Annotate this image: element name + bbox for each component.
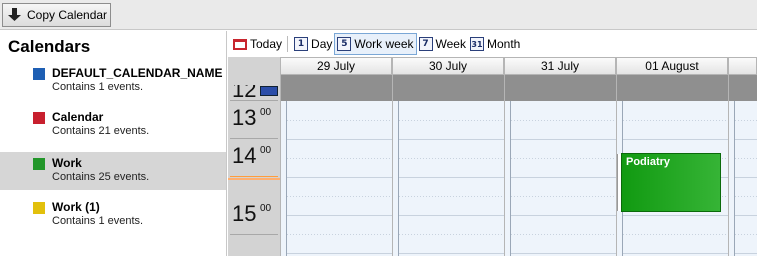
hour-ruler: 12 13 00 14 00 15 00 — [228, 57, 280, 256]
today-icon — [233, 38, 247, 50]
all-day-area[interactable] — [280, 75, 392, 101]
calendar-event-count: Contains 1 events. — [52, 215, 144, 227]
calendar-name: Calendar — [52, 110, 104, 124]
toolbar-separator — [287, 36, 289, 52]
day-header[interactable]: 01 August — [616, 57, 728, 75]
week-view-label: Week — [435, 37, 466, 51]
calendar-color-swatch — [33, 202, 45, 214]
hour-label-current: 14 00 — [230, 139, 278, 177]
download-arrow-icon — [8, 8, 21, 22]
copy-calendar-label: Copy Calendar — [27, 8, 108, 22]
view-switcher: Today 1 Day 5 Work week 7 Week 31 Month — [228, 31, 757, 57]
calendar-list-panel: Calendars DEFAULT_CALENDAR_NAME Contains… — [0, 31, 227, 256]
calendar-name: Work — [52, 156, 82, 170]
day-header[interactable]: 31 July — [504, 57, 616, 75]
week-calendar-icon: 7 — [418, 37, 433, 51]
calendar-color-swatch — [33, 158, 45, 170]
today-label: Today — [250, 37, 283, 51]
all-day-area[interactable] — [504, 75, 616, 101]
all-day-area[interactable] — [392, 75, 504, 101]
hour-number: 12 — [232, 85, 257, 101]
day-column[interactable]: 30 July — [392, 57, 504, 256]
day-header[interactable]: 29 July — [280, 57, 392, 75]
calendar-event-count: Contains 1 events. — [52, 81, 144, 93]
calendar-item-work[interactable]: Work Contains 25 events. — [0, 152, 226, 190]
day-time-slots[interactable] — [280, 101, 392, 256]
work-week-view-label: Work week — [354, 37, 414, 51]
calendar-grid: 12 13 00 14 00 15 00 29 July 30 July 31 … — [228, 57, 757, 256]
month-view-label: Month — [486, 37, 521, 51]
calendars-heading: Calendars — [8, 37, 91, 56]
calendar-color-swatch — [33, 68, 45, 80]
today-button[interactable]: Today — [231, 33, 284, 55]
scroll-up-indicator-icon[interactable] — [260, 86, 278, 96]
current-time-marker — [228, 178, 280, 180]
day-calendar-icon: 1 — [294, 37, 309, 51]
day-column[interactable]: 01 August Podiatry — [616, 57, 728, 256]
calendar-color-swatch — [33, 112, 45, 124]
day-column[interactable]: 29 July — [280, 57, 392, 256]
day-view-label: Day — [311, 37, 333, 51]
calendar-item-default[interactable]: DEFAULT_CALENDAR_NAME Contains 1 events. — [0, 62, 226, 100]
copy-calendar-button[interactable]: Copy Calendar — [2, 3, 111, 27]
calendar-item-work-1[interactable]: Work (1) Contains 1 events. — [0, 196, 226, 234]
hour-label: 15 00 — [230, 197, 278, 235]
day-time-slots[interactable] — [392, 101, 504, 256]
day-time-slots[interactable] — [728, 101, 757, 256]
calendar-event-count: Contains 25 events. — [52, 171, 150, 183]
calendar-event-count: Contains 21 events. — [52, 125, 150, 137]
day-column[interactable] — [728, 57, 757, 256]
day-column[interactable]: 31 July — [504, 57, 616, 256]
event-title: Podiatry — [626, 156, 671, 168]
hour-label: 13 00 — [230, 101, 278, 139]
day-view-button[interactable]: 1 Day — [292, 33, 334, 55]
work-week-view-button[interactable]: 5 Work week — [334, 33, 417, 55]
day-time-slots[interactable] — [504, 101, 616, 256]
day-header[interactable] — [728, 57, 757, 75]
toolbar: Copy Calendar — [0, 0, 757, 30]
calendar-name: DEFAULT_CALENDAR_NAME — [52, 66, 223, 80]
month-view-button[interactable]: 31 Month — [468, 33, 522, 55]
hour-minutes: 00 — [260, 145, 272, 156]
hour-number: 15 — [232, 201, 257, 226]
hour-number: 14 — [232, 143, 257, 168]
hour-minutes: 00 — [260, 203, 272, 214]
hour-minutes: 00 — [260, 107, 272, 118]
all-day-area[interactable] — [728, 75, 757, 101]
all-day-area[interactable] — [616, 75, 728, 101]
event-drag-handle[interactable] — [617, 154, 621, 211]
work-week-calendar-icon: 5 — [337, 37, 352, 51]
day-header[interactable]: 30 July — [392, 57, 504, 75]
month-calendar-icon: 31 — [469, 37, 484, 51]
calendar-event[interactable]: Podiatry — [617, 153, 721, 212]
week-view-button[interactable]: 7 Week — [417, 33, 468, 55]
calendar-name: Work (1) — [52, 200, 100, 214]
hour-number: 13 — [232, 105, 257, 130]
hour-label: 12 — [230, 85, 278, 101]
calendar-item-calendar[interactable]: Calendar Contains 21 events. — [0, 106, 226, 144]
